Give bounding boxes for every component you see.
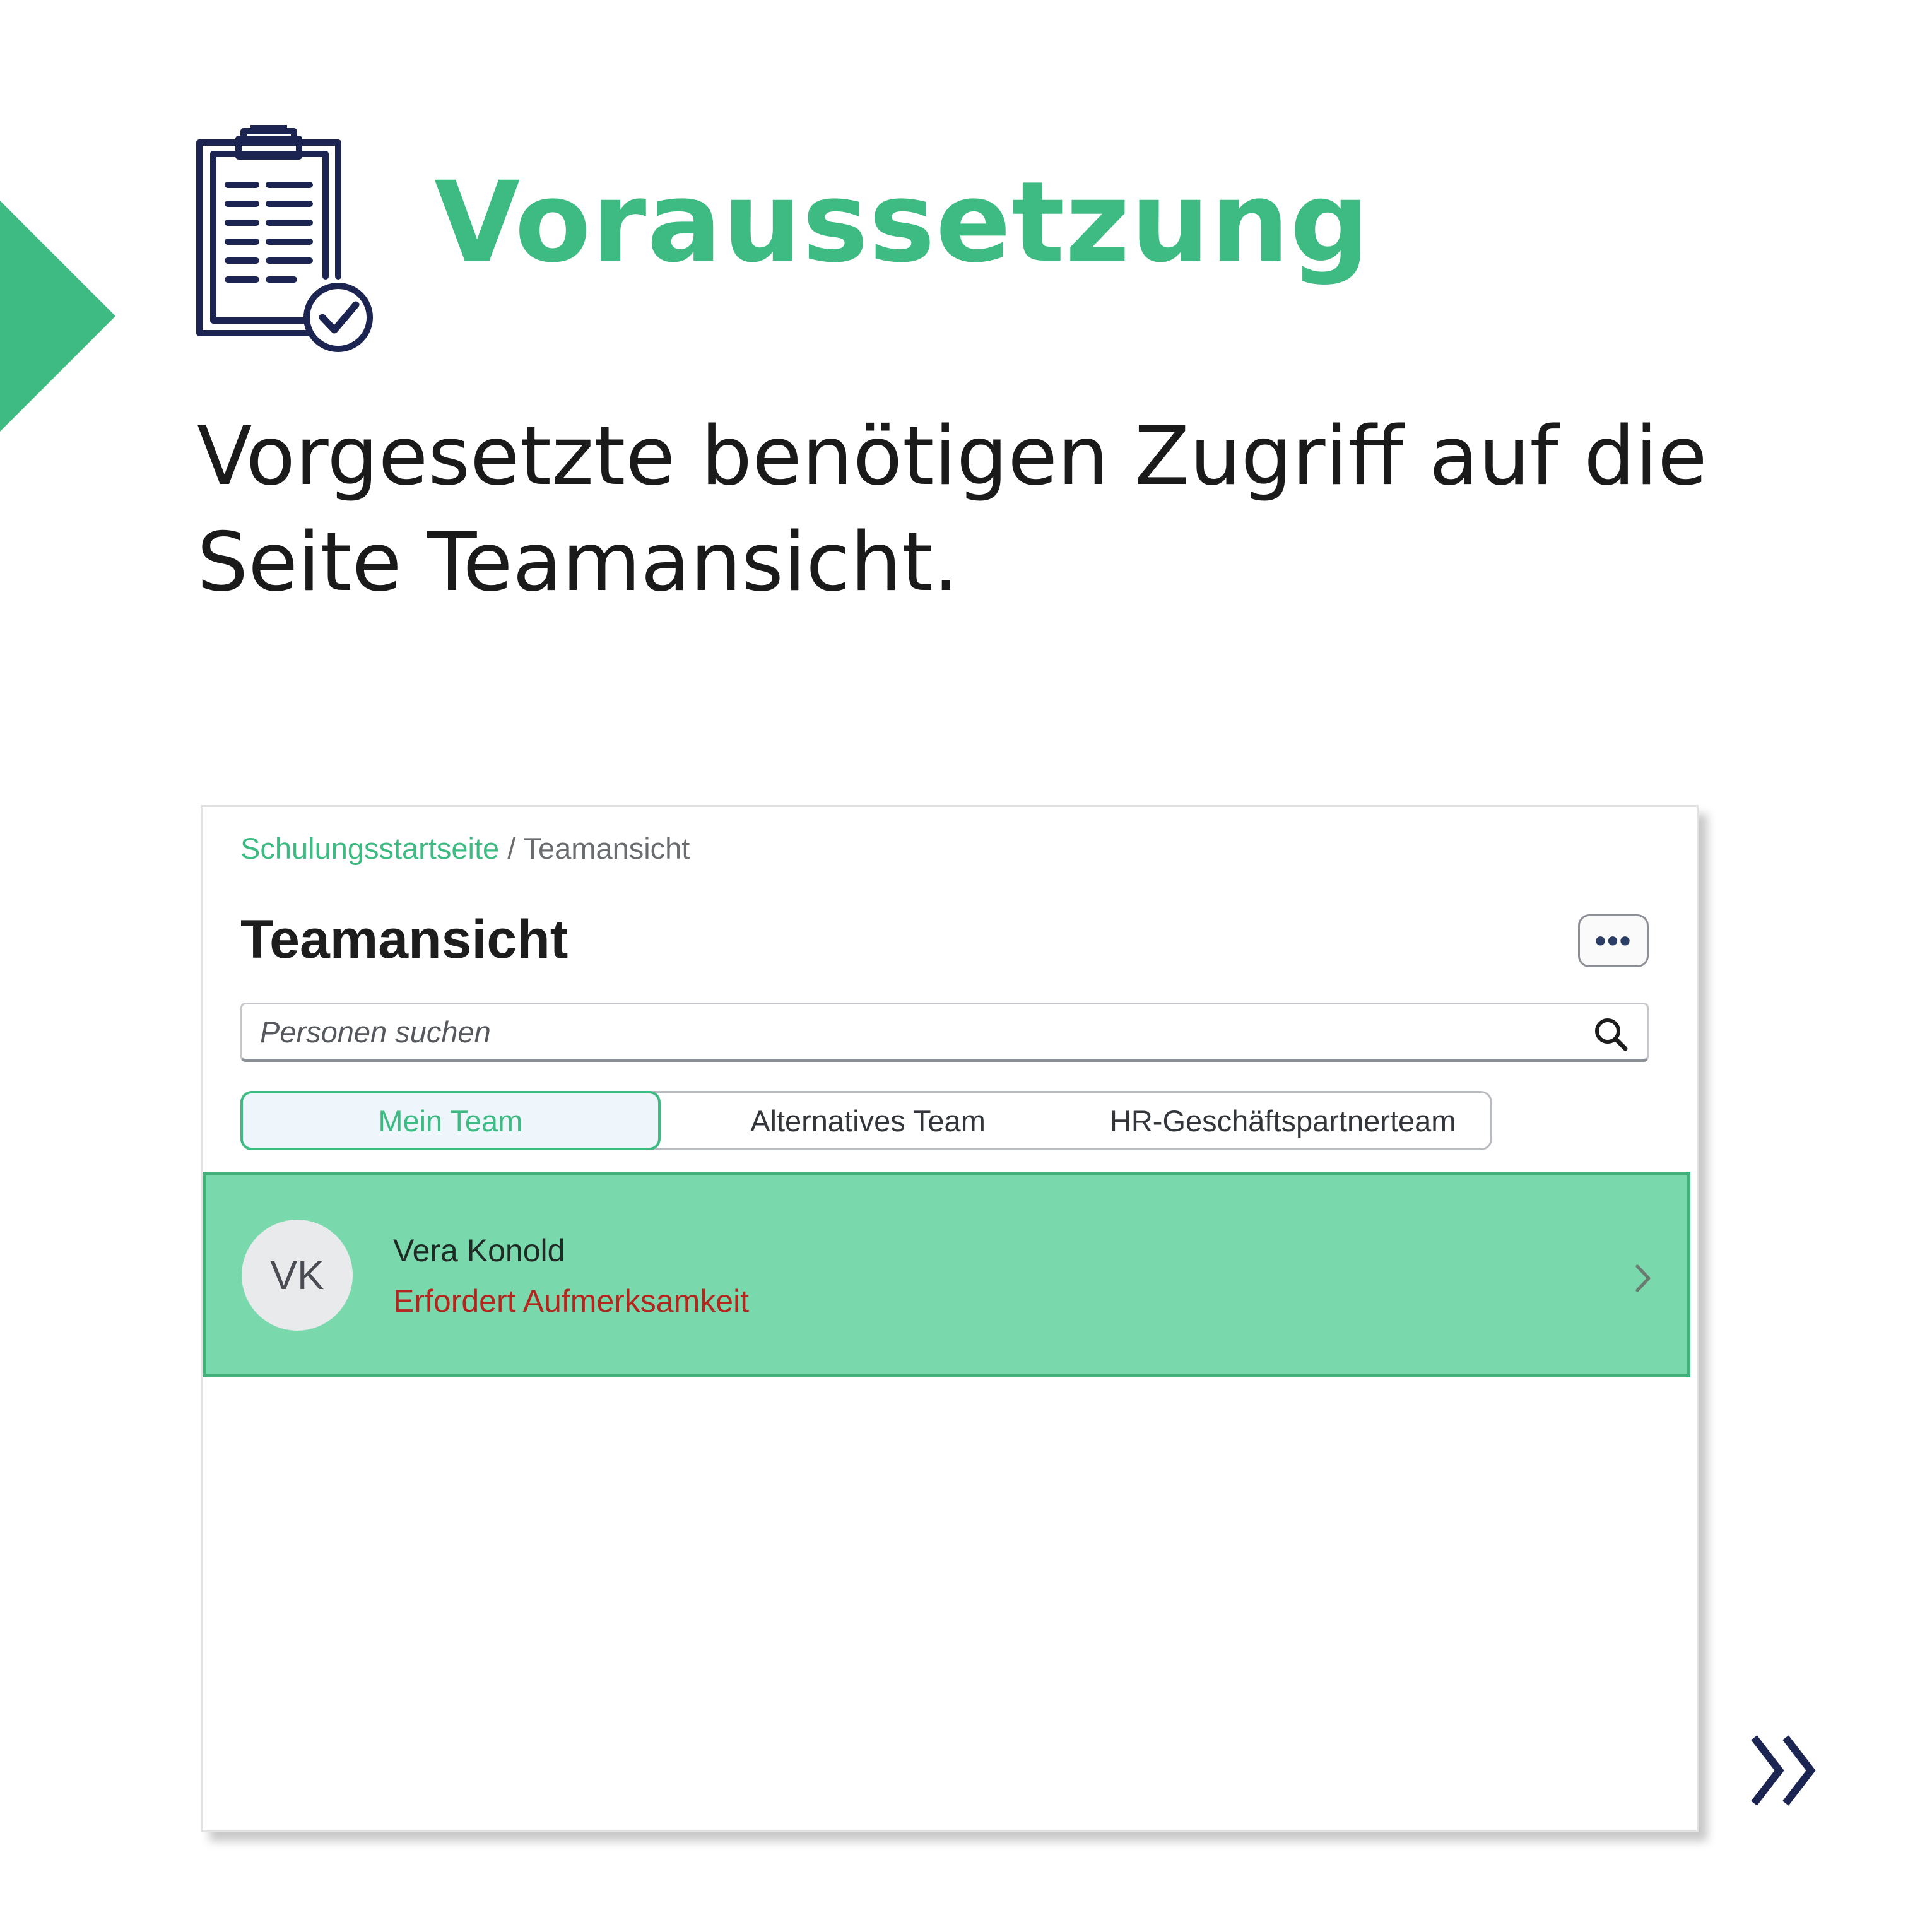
play-triangle-icon xyxy=(0,201,115,432)
tab-alternatives-team[interactable]: Alternatives Team xyxy=(661,1093,1076,1148)
team-tabs: Mein Team Alternatives Team HR-Geschäfts… xyxy=(240,1091,1492,1150)
team-member-row[interactable]: VK Vera Konold Erfordert Aufmerksamkeit xyxy=(203,1172,1690,1377)
breadcrumb-separator: / xyxy=(507,832,516,865)
team-member-name: Vera Konold xyxy=(393,1233,565,1268)
search-input[interactable] xyxy=(240,1003,1649,1062)
app-screenshot: Schulungsstartseite / Teamansicht Teaman… xyxy=(201,805,1699,1832)
slide-text: Vorgesetzte benötigen Zugriff auf die Se… xyxy=(197,409,1707,610)
chevron-right-icon[interactable] xyxy=(1634,1263,1652,1294)
double-chevron-right-icon[interactable] xyxy=(1748,1733,1823,1808)
breadcrumb: Schulungsstartseite / Teamansicht xyxy=(240,830,690,868)
breadcrumb-current: Teamansicht xyxy=(523,832,690,865)
search-icon[interactable] xyxy=(1593,1016,1629,1052)
page-title: Teamansicht xyxy=(240,909,568,970)
slide-heading: Voraussetzung xyxy=(434,158,1370,287)
team-member-status: Erfordert Aufmerksamkeit xyxy=(393,1283,750,1319)
more-options-button[interactable]: ••• xyxy=(1578,914,1649,967)
tab-mein-team[interactable]: Mein Team xyxy=(240,1091,661,1150)
avatar: VK xyxy=(242,1220,353,1331)
clipboard-check-icon xyxy=(196,125,373,352)
tab-hr-geschaeftspartnerteam[interactable]: HR-Geschäftspartnerteam xyxy=(1075,1093,1490,1148)
breadcrumb-link-home[interactable]: Schulungsstartseite xyxy=(240,832,499,865)
